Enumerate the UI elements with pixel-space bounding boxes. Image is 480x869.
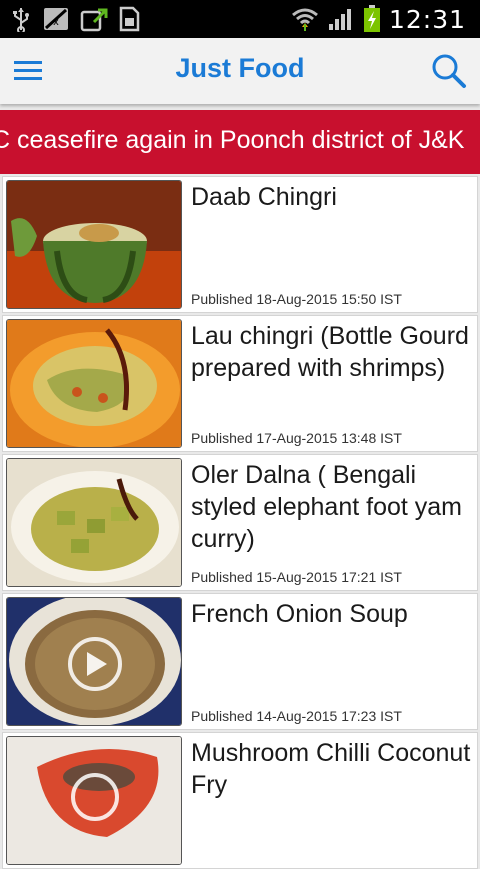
article-thumbnail	[6, 736, 182, 865]
search-button[interactable]	[430, 52, 468, 90]
app-bar: Just Food	[0, 38, 480, 104]
article-card[interactable]: Mushroom Chilli Coconut Fry	[2, 732, 478, 869]
article-thumbnail	[6, 319, 182, 448]
article-title: Oler Dalna ( Bengali styled elephant foo…	[191, 461, 462, 553]
status-bar: x 12:31	[0, 0, 480, 38]
article-published-date: Published 17-Aug-2015 13:48 IST	[191, 430, 402, 446]
signal-icon	[328, 9, 351, 30]
article-title: Lau chingri (Bottle Gourd prepared with …	[191, 322, 469, 382]
article-published-date: Published 15-Aug-2015 17:21 IST	[191, 569, 402, 585]
article-title: Mushroom Chilli Coconut Fry	[191, 739, 471, 799]
news-ticker[interactable]: C ceasefire again in Poonch district of …	[0, 110, 480, 174]
usb-icon	[13, 8, 29, 32]
article-thumbnail	[6, 597, 182, 726]
notification-icons: x	[10, 6, 140, 32]
app-title: Just Food	[175, 53, 305, 83]
battery-charging-icon	[363, 5, 380, 32]
article-thumbnail	[6, 458, 182, 587]
wifi-icon	[291, 8, 318, 31]
upload-icon	[80, 8, 108, 32]
article-card[interactable]: Daab Chingri Published 18-Aug-2015 15:50…	[2, 176, 478, 313]
article-card[interactable]: Lau chingri (Bottle Gourd prepared with …	[2, 315, 478, 452]
search-icon[interactable]	[430, 52, 468, 90]
article-card[interactable]: Oler Dalna ( Bengali styled elephant foo…	[2, 454, 478, 591]
ticker-text: C ceasefire again in Poonch district of …	[0, 126, 465, 154]
article-title: French Onion Soup	[191, 600, 408, 628]
system-icons: 12:31	[291, 2, 466, 36]
clock: 12:31	[388, 4, 466, 34]
article-published-date: Published 18-Aug-2015 15:50 IST	[191, 291, 402, 307]
no-sim-icon: x	[44, 8, 68, 30]
article-thumbnail	[6, 180, 182, 309]
article-card[interactable]: French Onion Soup Published 14-Aug-2015 …	[2, 593, 478, 730]
svg-text:x: x	[53, 17, 59, 28]
sd-card-icon	[119, 6, 140, 32]
article-title: Daab Chingri	[191, 183, 337, 211]
article-published-date: Published 14-Aug-2015 17:23 IST	[191, 708, 402, 724]
